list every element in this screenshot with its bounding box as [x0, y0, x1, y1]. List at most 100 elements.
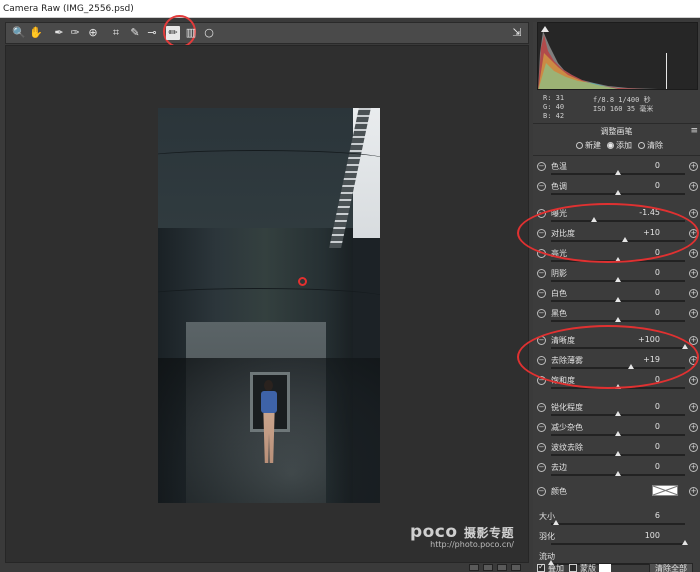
increase-icon[interactable]: + — [689, 443, 698, 452]
slider-track[interactable] — [551, 347, 685, 349]
status-button[interactable] — [469, 564, 479, 571]
image-canvas[interactable]: poco 摄影专题 http://photo.poco.cn/ — [5, 45, 529, 563]
slider-thumb[interactable] — [615, 317, 621, 322]
decrease-icon[interactable]: − — [537, 162, 546, 171]
decrease-icon[interactable]: − — [537, 463, 546, 472]
slider-thumb[interactable] — [615, 190, 621, 195]
increase-icon[interactable]: + — [689, 463, 698, 472]
slider-thumb[interactable] — [590, 217, 597, 222]
decrease-icon[interactable]: − — [537, 376, 546, 385]
slider-track[interactable] — [551, 543, 685, 545]
increase-icon[interactable]: + — [689, 403, 698, 412]
slider-thumb[interactable] — [553, 520, 560, 525]
mask-color-swatch[interactable] — [599, 564, 611, 572]
decrease-icon[interactable]: − — [537, 182, 546, 191]
slider-thumb[interactable] — [615, 384, 621, 389]
slider-value[interactable]: 0 — [630, 422, 660, 431]
slider-thumb[interactable] — [628, 364, 635, 369]
slider-value[interactable]: +100 — [630, 335, 660, 344]
slider-value[interactable]: +10 — [630, 228, 660, 237]
color-swatch[interactable] — [652, 485, 678, 496]
slider-value[interactable]: 0 — [630, 161, 660, 170]
photo-preview[interactable] — [158, 108, 380, 503]
slider-value[interactable]: 0 — [630, 462, 660, 471]
slider-track[interactable] — [551, 220, 685, 222]
decrease-icon[interactable]: − — [537, 269, 546, 278]
slider-thumb[interactable] — [615, 170, 621, 175]
slider-value[interactable]: +19 — [630, 355, 660, 364]
decrease-icon[interactable]: − — [537, 209, 546, 218]
color-plus-icon[interactable]: + — [689, 487, 698, 496]
status-button[interactable] — [483, 564, 493, 571]
graduated-filter-icon[interactable]: ▥ — [184, 26, 198, 40]
decrease-icon[interactable]: − — [537, 249, 546, 258]
increase-icon[interactable]: + — [689, 269, 698, 278]
slider-value[interactable]: 0 — [630, 308, 660, 317]
eyedropper-icon[interactable]: ✒ — [52, 26, 66, 40]
decrease-icon[interactable]: − — [537, 289, 546, 298]
increase-icon[interactable]: + — [689, 336, 698, 345]
increase-icon[interactable]: + — [689, 162, 698, 171]
shadow-clip-warning-icon[interactable] — [541, 26, 549, 32]
slider-value[interactable]: 0 — [630, 181, 660, 190]
slider-value[interactable]: 6 — [630, 511, 660, 520]
decrease-icon[interactable]: − — [537, 309, 546, 318]
color-minus-icon[interactable]: − — [537, 487, 546, 496]
slider-value[interactable]: -1.45 — [630, 208, 660, 217]
slider-track[interactable] — [551, 367, 685, 369]
mode-radio-2[interactable] — [638, 142, 645, 149]
decrease-icon[interactable]: − — [537, 336, 546, 345]
spot-removal-icon[interactable]: ✎ — [128, 26, 142, 40]
decrease-icon[interactable]: − — [537, 403, 546, 412]
slider-thumb[interactable] — [615, 257, 621, 262]
slider-thumb[interactable] — [615, 411, 621, 416]
increase-icon[interactable]: + — [689, 182, 698, 191]
clear-all-button[interactable]: 清除全部 — [649, 563, 693, 572]
decrease-icon[interactable]: − — [537, 229, 546, 238]
increase-icon[interactable]: + — [689, 356, 698, 365]
slider-thumb[interactable] — [615, 431, 621, 436]
decrease-icon[interactable]: − — [537, 356, 546, 365]
color-sampler-icon[interactable]: ✑ — [68, 26, 82, 40]
slider-thumb[interactable] — [615, 471, 621, 476]
hand-icon[interactable]: ✋ — [29, 26, 43, 40]
mode-radio-0[interactable] — [576, 142, 583, 149]
decrease-icon[interactable]: − — [537, 443, 546, 452]
mask-checkbox[interactable] — [569, 564, 577, 572]
slider-thumb[interactable] — [615, 451, 621, 456]
slider-value[interactable]: 0 — [630, 288, 660, 297]
increase-icon[interactable]: + — [689, 309, 698, 318]
slider-thumb[interactable] — [682, 344, 688, 349]
open-preferences-icon[interactable]: ⇲ — [510, 26, 524, 40]
increase-icon[interactable]: + — [689, 289, 698, 298]
status-button[interactable] — [497, 564, 507, 571]
slider-thumb[interactable] — [615, 297, 621, 302]
slider-thumb[interactable] — [682, 540, 688, 545]
crop-icon[interactable]: ⌗ — [109, 26, 123, 40]
increase-icon[interactable]: + — [689, 249, 698, 258]
slider-value[interactable]: 100 — [630, 531, 660, 540]
magnifier-icon[interactable]: 🔍 — [12, 26, 26, 40]
slider-thumb[interactable] — [621, 237, 628, 242]
increase-icon[interactable]: + — [689, 209, 698, 218]
increase-icon[interactable]: + — [689, 376, 698, 385]
slider-value[interactable]: 0 — [630, 442, 660, 451]
brush-icon[interactable]: ✏ — [166, 26, 180, 40]
red-eye-icon[interactable]: ⊸ — [145, 26, 159, 40]
mode-radio-1[interactable] — [607, 142, 614, 149]
overlay-checkbox[interactable] — [537, 562, 545, 572]
slider-value[interactable]: 0 — [630, 268, 660, 277]
slider-value[interactable]: 0 — [630, 248, 660, 257]
slider-track[interactable] — [551, 240, 685, 242]
increase-icon[interactable]: + — [689, 423, 698, 432]
brush-pin-marker[interactable] — [298, 277, 307, 286]
radial-filter-icon[interactable]: ○ — [202, 26, 216, 40]
panel-menu-icon[interactable]: ≡ — [690, 126, 698, 136]
slider-value[interactable]: 0 — [630, 375, 660, 384]
target-adjust-icon[interactable]: ⊕ — [86, 26, 100, 40]
slider-thumb[interactable] — [615, 277, 621, 282]
slider-track[interactable] — [551, 523, 685, 525]
decrease-icon[interactable]: − — [537, 423, 546, 432]
status-button[interactable] — [511, 564, 521, 571]
increase-icon[interactable]: + — [689, 229, 698, 238]
